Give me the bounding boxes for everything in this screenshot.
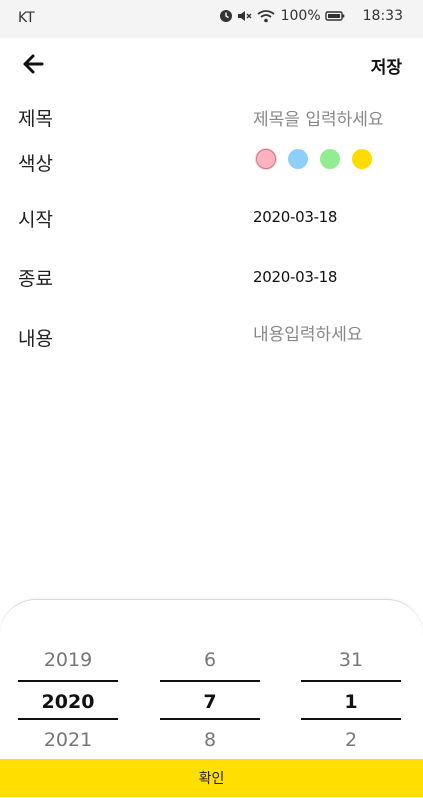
app-bar: 저장 [0, 44, 423, 84]
mute-icon [237, 9, 253, 23]
content-input[interactable]: 내용입력하세요 [253, 320, 362, 345]
day-top-divider [301, 680, 401, 682]
month-top-divider [160, 680, 260, 682]
confirm-button[interactable]: 확인 [0, 759, 423, 797]
month-wheel[interactable]: 6 7 8 [160, 600, 260, 760]
color-options [256, 149, 372, 169]
day-prev[interactable]: 31 [301, 649, 401, 671]
day-wheel[interactable]: 31 1 2 [301, 600, 401, 760]
end-label: 종료 [18, 268, 53, 290]
save-button[interactable]: 저장 [371, 53, 402, 78]
month-prev[interactable]: 6 [160, 649, 260, 671]
back-button[interactable] [20, 50, 48, 78]
month-bottom-divider [160, 718, 260, 720]
color-swatch-green[interactable] [320, 149, 340, 169]
year-selected[interactable]: 2020 [18, 691, 118, 713]
color-swatch-blue[interactable] [288, 149, 308, 169]
color-swatch-pink[interactable] [256, 149, 276, 169]
start-label: 시작 [18, 209, 53, 231]
arrow-left-icon [20, 54, 48, 82]
year-next[interactable]: 2021 [18, 729, 118, 751]
wifi-icon [257, 9, 275, 23]
battery-icon [324, 10, 345, 22]
status-time: 18:33 [362, 8, 403, 24]
color-swatch-yellow[interactable] [352, 149, 372, 169]
day-next[interactable]: 2 [301, 729, 401, 751]
status-bar: KT 100% 18:33 [0, 0, 423, 37]
start-date-field[interactable]: 2020-03-18 [253, 208, 337, 226]
year-prev[interactable]: 2019 [18, 649, 118, 671]
carrier-name: KT [18, 10, 35, 26]
day-bottom-divider [301, 718, 401, 720]
content-label: 내용 [18, 328, 53, 350]
confirm-label: 확인 [198, 771, 225, 787]
month-next[interactable]: 8 [160, 729, 260, 751]
year-bottom-divider [18, 718, 118, 720]
battery-percent: 100% [280, 8, 321, 24]
status-icons: 100% 18:33 [219, 8, 403, 24]
month-selected[interactable]: 7 [160, 691, 260, 713]
year-top-divider [18, 680, 118, 682]
title-input[interactable]: 제목을 입력하세요 [253, 105, 384, 130]
title-label: 제목 [18, 108, 53, 130]
color-label: 색상 [18, 153, 53, 175]
year-wheel[interactable]: 2019 2020 2021 [18, 600, 118, 760]
alarm-clock-icon [219, 9, 233, 23]
end-date-field[interactable]: 2020-03-18 [253, 268, 337, 286]
day-selected[interactable]: 1 [301, 691, 401, 713]
